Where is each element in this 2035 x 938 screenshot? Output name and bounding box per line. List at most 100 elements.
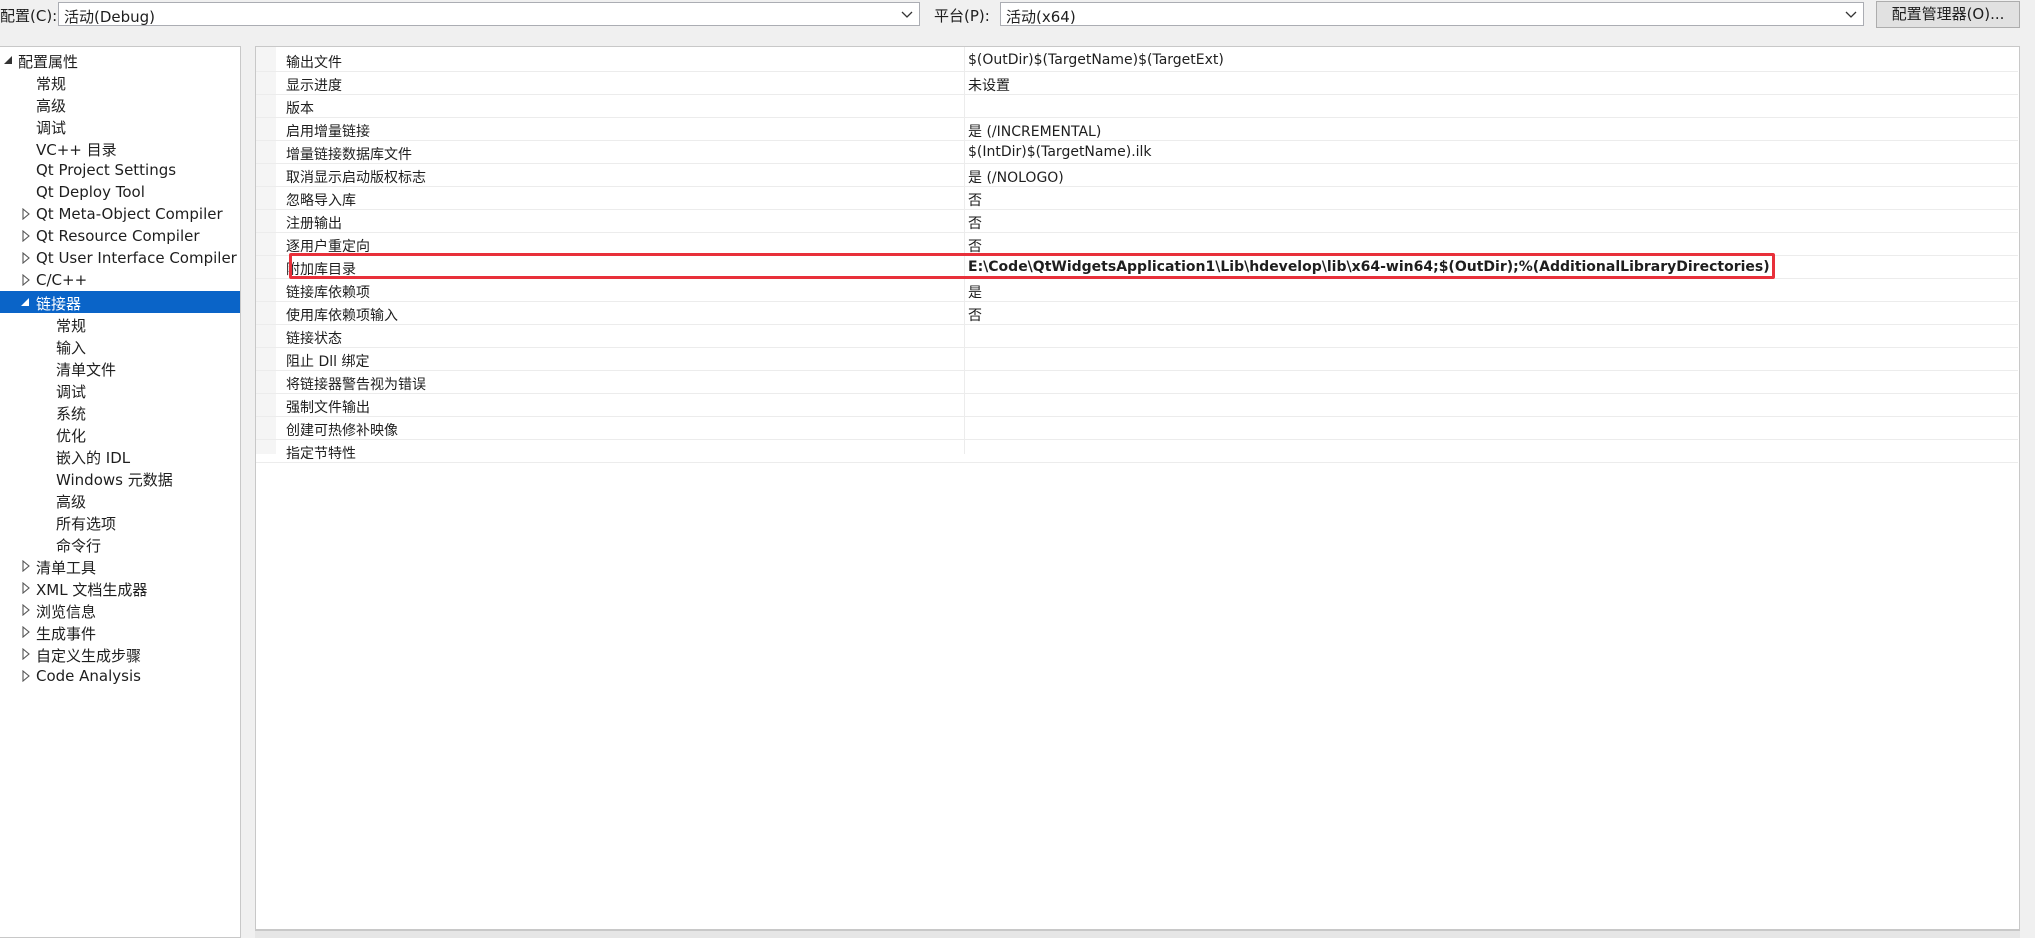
property-row-link-status[interactable]: 链接状态 [256, 325, 2018, 348]
property-row-use-library-dependency-inputs[interactable]: 使用库依赖项输入 否 [256, 302, 2018, 325]
expanded-triangle-icon [21, 298, 29, 306]
property-row-show-progress[interactable]: 显示进度 未设置 [256, 72, 2018, 95]
tree-item-code-analysis[interactable]: Code Analysis [0, 665, 240, 687]
tree-item-custom-build-step[interactable]: 自定义生成步骤 [0, 643, 240, 665]
tree-item-label: Qt Resource Compiler [36, 227, 200, 245]
property-value: 是 [968, 285, 982, 301]
configuration-bar: 配置(C): 活动(Debug) 平台(P): 活动(x64) 配置管理器(O)… [0, 0, 2035, 30]
property-value: $(OutDir)$(TargetName)$(TargetExt) [968, 52, 1224, 68]
property-name: 增量链接数据库文件 [286, 147, 412, 163]
description-pane-edge [255, 930, 2020, 938]
collapsed-triangle-icon [22, 274, 30, 286]
property-row-treat-warnings-as-errors[interactable]: 将链接器警告视为错误 [256, 371, 2018, 394]
tree-item-label: 常规 [36, 75, 67, 93]
tree-item-xml-doc-generator[interactable]: XML 文档生成器 [0, 577, 240, 599]
collapsed-triangle-icon [22, 208, 30, 220]
tree-item-label: 清单文件 [56, 361, 117, 379]
tree-item-label: 嵌入的 IDL [56, 449, 131, 467]
tree-item-label: 高级 [36, 97, 67, 115]
tree-root-configuration-properties[interactable]: 配置属性 [0, 49, 240, 71]
property-name: 创建可热修补映像 [286, 423, 398, 439]
tree-item-linker-windows-metadata[interactable]: Windows 元数据 [0, 467, 240, 489]
tree-item-label: Windows 元数据 [56, 471, 173, 489]
tree-item-general[interactable]: 常规 [0, 71, 240, 93]
property-name: 强制文件输出 [286, 400, 370, 416]
tree-item-linker-manifest[interactable]: 清单文件 [0, 357, 240, 379]
collapsed-triangle-icon [22, 626, 30, 638]
property-row-version[interactable]: 版本 [256, 95, 2018, 118]
tree-item-label: 输入 [56, 339, 87, 357]
property-name: 指定节特性 [286, 446, 356, 462]
tree-item-linker-all-options[interactable]: 所有选项 [0, 511, 240, 533]
tree-item-build-events[interactable]: 生成事件 [0, 621, 240, 643]
tree-item-linker-optimization[interactable]: 优化 [0, 423, 240, 445]
property-row-link-library-dependencies[interactable]: 链接库依赖项 是 [256, 279, 2018, 302]
tree-item-qt-deploy-tool[interactable]: Qt Deploy Tool [0, 181, 240, 203]
tree-item-linker-embedded-idl[interactable]: 嵌入的 IDL [0, 445, 240, 467]
tree-item-label: XML 文档生成器 [36, 581, 148, 599]
tree-item-linker[interactable]: 链接器 [0, 291, 240, 313]
tree-item-linker-input[interactable]: 输入 [0, 335, 240, 357]
tree-item-linker-general[interactable]: 常规 [0, 313, 240, 335]
tree-item-qt-project-settings[interactable]: Qt Project Settings [0, 159, 240, 181]
chevron-down-icon [901, 11, 913, 18]
tree-item-advanced[interactable]: 高级 [0, 93, 240, 115]
tree-item-linker-command-line[interactable]: 命令行 [0, 533, 240, 555]
collapsed-triangle-icon [22, 648, 30, 660]
tree-item-label: 链接器 [36, 295, 82, 313]
platform-dropdown[interactable]: 活动(x64) [1000, 2, 1864, 26]
property-row-register-output[interactable]: 注册输出 否 [256, 210, 2018, 233]
tree-item-label: 系统 [56, 405, 87, 423]
tree-item-linker-advanced[interactable]: 高级 [0, 489, 240, 511]
collapsed-triangle-icon [22, 252, 30, 264]
tree-item-linker-debugging[interactable]: 调试 [0, 379, 240, 401]
property-row-ignore-import-library[interactable]: 忽略导入库 否 [256, 187, 2018, 210]
tree-item-label: 高级 [56, 493, 87, 511]
property-name: 将链接器警告视为错误 [286, 377, 426, 393]
property-value: 是 (/INCREMENTAL) [968, 124, 1102, 140]
tree-item-label: Qt Meta-Object Compiler [36, 205, 223, 223]
tree-item-manifest-tool[interactable]: 清单工具 [0, 555, 240, 577]
tree-item-browse-information[interactable]: 浏览信息 [0, 599, 240, 621]
window-edge-strip [2022, 0, 2035, 938]
property-value: 否 [968, 308, 982, 324]
tree-item-linker-system[interactable]: 系统 [0, 401, 240, 423]
property-name: 显示进度 [286, 78, 342, 94]
tree-item-qt-ui-compiler[interactable]: Qt User Interface Compiler [0, 247, 240, 269]
property-value: 未设置 [968, 78, 1010, 94]
property-row-suppress-banner[interactable]: 取消显示启动版权标志 是 (/NOLOGO) [256, 164, 2018, 187]
property-grid: 输出文件 $(OutDir)$(TargetName)$(TargetExt) … [255, 46, 2020, 930]
property-row-prevent-dll-binding[interactable]: 阻止 Dll 绑定 [256, 348, 2018, 371]
property-row-hotpatchable-image[interactable]: 创建可热修补映像 [256, 417, 2018, 440]
property-name: 链接状态 [286, 331, 342, 347]
annotation-highlight-box [289, 253, 1775, 279]
property-value: $(IntDir)$(TargetName).ilk [968, 144, 1152, 160]
property-row-section-attributes[interactable]: 指定节特性 [256, 440, 2018, 463]
configuration-manager-button[interactable]: 配置管理器(O)... [1876, 1, 2020, 28]
tree-item-label: 优化 [56, 427, 87, 445]
property-row-output-file[interactable]: 输出文件 $(OutDir)$(TargetName)$(TargetExt) [256, 49, 2018, 72]
property-value: 是 (/NOLOGO) [968, 170, 1064, 186]
column-separator[interactable] [964, 47, 965, 454]
collapsed-triangle-icon [22, 582, 30, 594]
tree-item-debugging[interactable]: 调试 [0, 115, 240, 137]
tree-item-label: 调试 [56, 383, 87, 401]
collapsed-triangle-icon [22, 560, 30, 572]
collapsed-triangle-icon [22, 604, 30, 616]
chevron-down-icon [1845, 11, 1857, 18]
tree-item-qt-resource-compiler[interactable]: Qt Resource Compiler [0, 225, 240, 247]
tree-item-qt-meta-object-compiler[interactable]: Qt Meta-Object Compiler [0, 203, 240, 225]
property-row-force-file-output[interactable]: 强制文件输出 [256, 394, 2018, 417]
tree-item-label: 自定义生成步骤 [36, 647, 142, 665]
tree-item-c-cpp[interactable]: C/C++ [0, 269, 240, 291]
property-row-incremental-db-file[interactable]: 增量链接数据库文件 $(IntDir)$(TargetName).ilk [256, 141, 2018, 164]
tree-item-label: 浏览信息 [36, 603, 97, 621]
tree-item-vc-directories[interactable]: VC++ 目录 [0, 137, 240, 159]
property-row-incremental-link[interactable]: 启用增量链接 是 (/INCREMENTAL) [256, 118, 2018, 141]
property-name: 版本 [286, 101, 314, 117]
platform-value: 活动(x64) [1006, 8, 1076, 26]
tree-item-label: C/C++ [36, 271, 88, 289]
property-name: 使用库依赖项输入 [286, 308, 398, 324]
tree-item-label: Qt Deploy Tool [36, 183, 145, 201]
configuration-dropdown[interactable]: 活动(Debug) [58, 2, 920, 26]
